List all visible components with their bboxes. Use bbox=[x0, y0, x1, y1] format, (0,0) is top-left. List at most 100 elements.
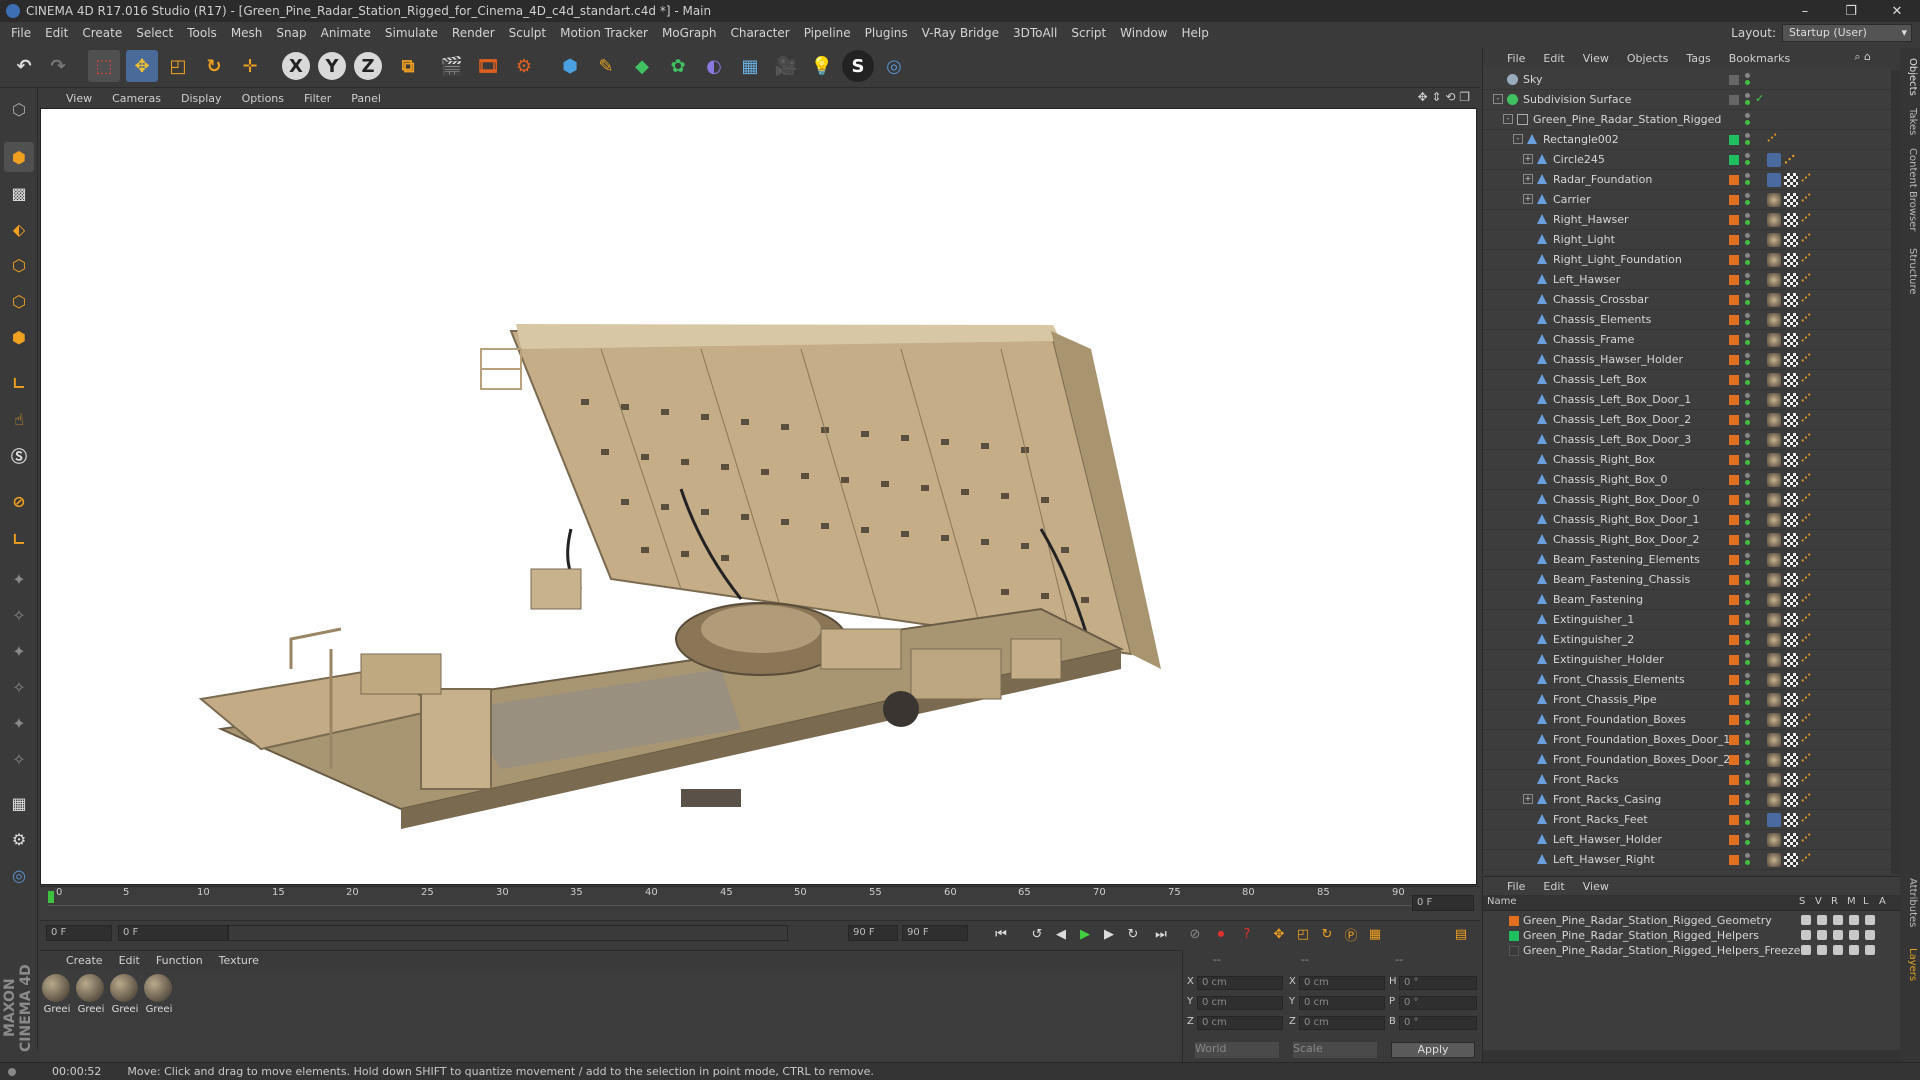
x-axis-lock-button[interactable]: X bbox=[282, 52, 310, 80]
playhead-marker[interactable] bbox=[48, 891, 54, 903]
menu-mograph[interactable]: MoGraph bbox=[655, 26, 724, 40]
y-axis-lock-button[interactable]: Y bbox=[318, 52, 346, 80]
object-layer-color[interactable] bbox=[1729, 375, 1739, 385]
record-disabled-icon[interactable]: ⊘ bbox=[1184, 924, 1206, 944]
visibility-dots[interactable] bbox=[1745, 833, 1751, 847]
viewport-menu-filter[interactable]: Filter bbox=[304, 92, 331, 105]
object-row[interactable]: + Carrier ⋰ bbox=[1483, 190, 1891, 210]
om-menu-bookmarks[interactable]: Bookmarks bbox=[1729, 52, 1790, 65]
python-icon[interactable]: ◎ bbox=[878, 50, 910, 82]
object-tags[interactable]: ⋰ bbox=[1767, 733, 1818, 747]
floor-icon[interactable]: ▦ bbox=[734, 50, 766, 82]
visibility-dots[interactable] bbox=[1745, 373, 1751, 387]
object-name[interactable]: Right_Light_Foundation bbox=[1553, 253, 1682, 266]
object-layer-color[interactable] bbox=[1729, 715, 1739, 725]
object-row[interactable]: Chassis_Right_Box_0 ⋰ bbox=[1483, 470, 1891, 490]
object-layer-color[interactable] bbox=[1729, 155, 1739, 165]
object-row[interactable]: Chassis_Right_Box_Door_0 ⋰ bbox=[1483, 490, 1891, 510]
menu-plugins[interactable]: Plugins bbox=[858, 26, 915, 40]
layer-toggles[interactable] bbox=[1801, 915, 1881, 925]
object-name[interactable]: Subdivision Surface bbox=[1523, 93, 1631, 106]
visibility-dots[interactable] bbox=[1745, 193, 1751, 207]
visibility-dots[interactable] bbox=[1745, 573, 1751, 587]
object-name[interactable]: Sky bbox=[1523, 73, 1542, 86]
menu-sculpt[interactable]: Sculpt bbox=[502, 26, 553, 40]
object-row[interactable]: Front_Racks ⋰ bbox=[1483, 770, 1891, 790]
visibility-dots[interactable] bbox=[1745, 393, 1751, 407]
object-name[interactable]: Front_Chassis_Pipe bbox=[1553, 693, 1657, 706]
range-end-field[interactable]: 90 F bbox=[848, 925, 898, 941]
object-name[interactable]: Chassis_Frame bbox=[1553, 333, 1634, 346]
visibility-dots[interactable] bbox=[1745, 793, 1751, 807]
visibility-dots[interactable] bbox=[1745, 813, 1751, 827]
start-frame-field[interactable]: 0 F bbox=[46, 925, 112, 941]
move-tool-icon[interactable]: ✥ bbox=[126, 50, 158, 82]
object-tags[interactable]: ⋰ bbox=[1767, 473, 1818, 487]
range-slider[interactable] bbox=[228, 925, 788, 941]
go-to-end-icon[interactable]: ⏭ bbox=[1150, 924, 1172, 944]
object-name[interactable]: Beam_Fastening_Chassis bbox=[1553, 573, 1690, 586]
visibility-dots[interactable] bbox=[1745, 853, 1751, 867]
step-forward-icon[interactable]: ▶ bbox=[1098, 924, 1120, 944]
object-layer-color[interactable] bbox=[1729, 135, 1739, 145]
pull-brush-icon[interactable]: ✧ bbox=[4, 600, 34, 630]
visibility-dots[interactable] bbox=[1745, 413, 1751, 427]
camera-icon[interactable]: 🎥 bbox=[770, 50, 802, 82]
position-y-field[interactable]: 0 cm bbox=[1197, 996, 1283, 1010]
autokeying-icon[interactable]: ? bbox=[1236, 924, 1258, 944]
object-row[interactable]: Chassis_Right_Box ⋰ bbox=[1483, 450, 1891, 470]
om-search-icon[interactable]: ⌕ ⌂ bbox=[1854, 50, 1871, 64]
object-layer-color[interactable] bbox=[1729, 395, 1739, 405]
object-row[interactable]: Chassis_Hawser_Holder ⋰ bbox=[1483, 350, 1891, 370]
object-name[interactable]: Chassis_Right_Box_0 bbox=[1553, 473, 1668, 486]
object-layer-color[interactable] bbox=[1729, 675, 1739, 685]
visibility-dots[interactable] bbox=[1745, 153, 1751, 167]
step-back-icon[interactable]: ◀ bbox=[1050, 924, 1072, 944]
object-row[interactable]: Extinguisher_2 ⋰ bbox=[1483, 630, 1891, 650]
object-name[interactable]: Chassis_Right_Box bbox=[1553, 453, 1655, 466]
layer-toggles[interactable] bbox=[1801, 945, 1881, 955]
object-name[interactable]: Front_Foundation_Boxes_Door_2 bbox=[1553, 753, 1730, 766]
close-button[interactable]: ✕ bbox=[1874, 0, 1920, 22]
object-tags[interactable]: ⋰ bbox=[1767, 513, 1818, 527]
expand-toggle-icon[interactable]: - bbox=[1503, 114, 1513, 124]
menu-window[interactable]: Window bbox=[1113, 26, 1174, 40]
previous-key-icon[interactable]: ↺ bbox=[1026, 924, 1048, 944]
material-swatch[interactable]: Greei bbox=[110, 974, 140, 1018]
polygons-mode-icon[interactable]: ⬢ bbox=[4, 322, 34, 352]
live-selection-icon[interactable]: ⬚ bbox=[88, 50, 120, 82]
object-name[interactable]: Front_Foundation_Boxes_Door_1 bbox=[1553, 733, 1730, 746]
timeline-window-icon[interactable]: ▤ bbox=[1450, 924, 1472, 944]
object-layer-color[interactable] bbox=[1729, 635, 1739, 645]
object-name[interactable]: Circle245 bbox=[1553, 153, 1605, 166]
size-y-field[interactable]: 0 cm bbox=[1299, 996, 1385, 1010]
menu-simulate[interactable]: Simulate bbox=[378, 26, 445, 40]
object-row[interactable]: Chassis_Left_Box_Door_1 ⋰ bbox=[1483, 390, 1891, 410]
3d-viewport[interactable] bbox=[40, 108, 1477, 885]
object-tags[interactable]: ⋰ bbox=[1767, 653, 1818, 667]
object-row[interactable]: Chassis_Elements ⋰ bbox=[1483, 310, 1891, 330]
object-layer-color[interactable] bbox=[1729, 215, 1739, 225]
object-name[interactable]: Beam_Fastening bbox=[1553, 593, 1643, 606]
visibility-dots[interactable] bbox=[1745, 293, 1751, 307]
layer-color-swatch[interactable] bbox=[1509, 931, 1519, 941]
key-rotation-icon[interactable]: ↻ bbox=[1316, 924, 1338, 944]
layer-row[interactable]: Green_Pine_Radar_Station_Rigged_Helpers_… bbox=[1483, 943, 1901, 958]
texture-mode-icon[interactable]: ▩ bbox=[4, 178, 34, 208]
render-picture-viewer-icon[interactable]: 🎞 bbox=[472, 50, 504, 82]
object-layer-color[interactable] bbox=[1729, 175, 1739, 185]
menu-select[interactable]: Select bbox=[129, 26, 180, 40]
menu-tools[interactable]: Tools bbox=[180, 26, 224, 40]
size-z-field[interactable]: 0 cm bbox=[1299, 1016, 1385, 1030]
tab-layers[interactable]: Layers bbox=[1902, 948, 1918, 981]
object-tags[interactable]: ⋰ bbox=[1767, 193, 1818, 207]
object-tags[interactable]: ⋰ bbox=[1767, 753, 1818, 767]
object-row[interactable]: Chassis_Frame ⋰ bbox=[1483, 330, 1891, 350]
object-tags[interactable]: ⋰ bbox=[1767, 593, 1818, 607]
menu-vray-bridge[interactable]: V-Ray Bridge bbox=[915, 26, 1006, 40]
viewport-menu-cameras[interactable]: Cameras bbox=[112, 92, 161, 105]
object-row[interactable]: Beam_Fastening ⋰ bbox=[1483, 590, 1891, 610]
model-mode-icon[interactable]: ⬢ bbox=[4, 142, 34, 172]
layout-dropdown[interactable]: Startup (User) bbox=[1782, 24, 1912, 42]
object-layer-color[interactable] bbox=[1729, 815, 1739, 825]
